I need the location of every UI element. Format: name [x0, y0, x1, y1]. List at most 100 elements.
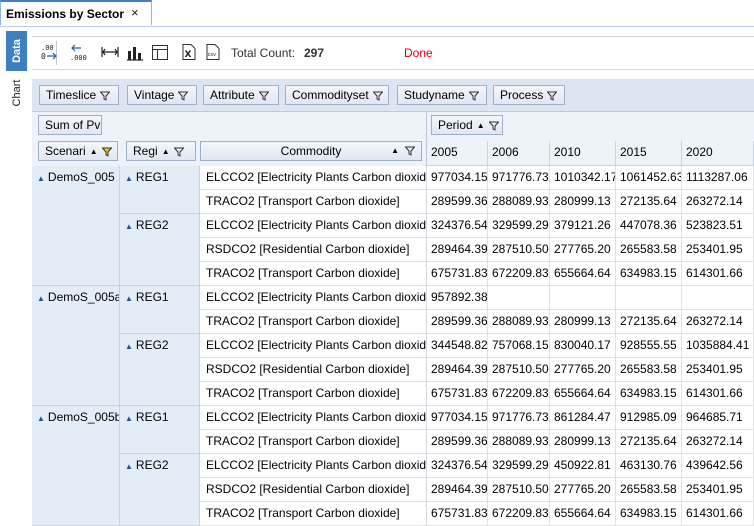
commodity-cell[interactable]: ELCCO2 [Electricity Plants Carbon dioxid…: [200, 214, 427, 238]
value-cell[interactable]: 277765.20: [550, 478, 616, 502]
value-cell[interactable]: 614301.66: [682, 382, 754, 406]
value-cell[interactable]: 977034.15: [427, 406, 488, 430]
table-layout-icon[interactable]: [150, 42, 170, 62]
filter-icon[interactable]: [372, 91, 383, 101]
filter-field-commodityset[interactable]: Commodityset: [285, 85, 389, 105]
filter-field-vintage[interactable]: Vintage: [127, 85, 197, 105]
value-cell[interactable]: 253401.95: [682, 358, 754, 382]
value-cell[interactable]: 614301.66: [682, 262, 754, 286]
value-cell[interactable]: 253401.95: [682, 478, 754, 502]
value-cell[interactable]: 379121.26: [550, 214, 616, 238]
commodity-cell[interactable]: TRACO2 [Transport Carbon dioxide]: [200, 382, 427, 406]
value-cell[interactable]: 634983.15: [616, 382, 682, 406]
period-header[interactable]: 2005: [427, 141, 488, 166]
value-cell[interactable]: 672209.83: [488, 502, 550, 526]
column-fit-icon[interactable]: [100, 42, 120, 62]
filter-field-process[interactable]: Process: [493, 85, 565, 105]
value-cell[interactable]: 289464.39: [427, 358, 488, 382]
value-cell[interactable]: 289464.39: [427, 478, 488, 502]
commodity-cell[interactable]: ELCCO2 [Electricity Plants Carbon dioxid…: [200, 454, 427, 478]
value-cell[interactable]: 263272.14: [682, 430, 754, 454]
value-cell[interactable]: 523823.51: [682, 214, 754, 238]
filter-icon[interactable]: [468, 91, 479, 101]
value-cell[interactable]: 272135.64: [616, 310, 682, 334]
value-cell[interactable]: 280999.13: [550, 310, 616, 334]
value-cell[interactable]: 329599.29: [488, 214, 550, 238]
value-cell[interactable]: 757068.15: [488, 334, 550, 358]
filter-icon[interactable]: [488, 121, 499, 131]
commodity-cell[interactable]: ELCCO2 [Electricity Plants Carbon dioxid…: [200, 286, 427, 310]
value-cell[interactable]: 277765.20: [550, 238, 616, 262]
value-cell[interactable]: 329599.29: [488, 454, 550, 478]
row-field-scenario[interactable]: Scenari ▲: [38, 141, 118, 161]
value-cell[interactable]: 288089.93: [488, 310, 550, 334]
value-cell[interactable]: 289599.36: [427, 310, 488, 334]
value-cell[interactable]: 830040.17: [550, 334, 616, 358]
commodity-cell[interactable]: TRACO2 [Transport Carbon dioxide]: [200, 502, 427, 526]
value-cell[interactable]: 971776.73: [488, 406, 550, 430]
value-cell[interactable]: 288089.93: [488, 190, 550, 214]
value-cell[interactable]: 287510.50: [488, 358, 550, 382]
value-cell[interactable]: 1010342.17: [550, 166, 616, 190]
filter-active-icon[interactable]: [101, 147, 112, 157]
csv-export-icon[interactable]: csv: [202, 42, 222, 62]
data-field-sum-of-pv[interactable]: Sum of Pv: [38, 115, 102, 135]
tab-emissions-by-sector[interactable]: Emissions by Sector ×: [0, 0, 152, 25]
value-cell[interactable]: 272135.64: [616, 430, 682, 454]
value-cell[interactable]: 263272.14: [682, 190, 754, 214]
value-cell[interactable]: 912985.09: [616, 406, 682, 430]
value-cell[interactable]: 287510.50: [488, 238, 550, 262]
value-cell[interactable]: 964685.71: [682, 406, 754, 430]
row-field-region[interactable]: Regi ▲: [126, 141, 196, 161]
value-cell[interactable]: 287510.50: [488, 478, 550, 502]
value-cell[interactable]: 655664.64: [550, 502, 616, 526]
commodity-cell[interactable]: RSDCO2 [Residential Carbon dioxide]: [200, 478, 427, 502]
commodity-cell[interactable]: TRACO2 [Transport Carbon dioxide]: [200, 310, 427, 334]
value-cell[interactable]: 289464.39: [427, 238, 488, 262]
filter-icon[interactable]: [173, 147, 184, 157]
tab-data[interactable]: Data: [6, 31, 27, 71]
value-cell[interactable]: 450922.81: [550, 454, 616, 478]
value-cell[interactable]: 1061452.63: [616, 166, 682, 190]
filter-icon[interactable]: [405, 146, 415, 156]
bar-chart-icon[interactable]: [125, 42, 145, 62]
tab-chart[interactable]: Chart: [6, 73, 27, 113]
collapse-icon[interactable]: ▲: [125, 414, 133, 423]
value-cell[interactable]: 463130.76: [616, 454, 682, 478]
period-header[interactable]: 2015: [616, 141, 682, 166]
commodity-cell[interactable]: TRACO2 [Transport Carbon dioxide]: [200, 190, 427, 214]
decimal-increase-icon[interactable]: .00 0: [40, 42, 60, 62]
commodity-cell[interactable]: ELCCO2 [Electricity Plants Carbon dioxid…: [200, 334, 427, 358]
value-cell[interactable]: 277765.20: [550, 358, 616, 382]
collapse-icon[interactable]: ▲: [125, 342, 133, 351]
value-cell[interactable]: 344548.82: [427, 334, 488, 358]
filter-icon[interactable]: [100, 91, 111, 101]
value-cell[interactable]: 675731.83: [427, 262, 488, 286]
value-cell[interactable]: 1113287.06: [682, 166, 754, 190]
value-cell[interactable]: 265583.58: [616, 238, 682, 262]
value-cell[interactable]: [550, 286, 616, 310]
value-cell[interactable]: 263272.14: [682, 310, 754, 334]
excel-export-icon[interactable]: X: [178, 42, 198, 62]
value-cell[interactable]: 655664.64: [550, 262, 616, 286]
value-cell[interactable]: 977034.15: [427, 166, 488, 190]
filter-icon[interactable]: [258, 91, 269, 101]
period-header[interactable]: 2020: [682, 141, 754, 166]
period-header[interactable]: 2006: [488, 141, 550, 166]
value-cell[interactable]: 253401.95: [682, 238, 754, 262]
value-cell[interactable]: [488, 286, 550, 310]
column-field-period[interactable]: Period ▲: [431, 115, 503, 135]
value-cell[interactable]: 655664.64: [550, 382, 616, 406]
collapse-icon[interactable]: ▲: [125, 294, 133, 303]
commodity-cell[interactable]: TRACO2 [Transport Carbon dioxide]: [200, 430, 427, 454]
collapse-icon[interactable]: ▲: [125, 222, 133, 231]
row-field-commodity[interactable]: Commodity ▲: [200, 141, 422, 161]
value-cell[interactable]: 957892.38: [427, 286, 488, 310]
value-cell[interactable]: 672209.83: [488, 262, 550, 286]
decimal-decrease-icon[interactable]: .000: [68, 42, 88, 62]
filter-field-attribute[interactable]: Attribute: [203, 85, 279, 105]
value-cell[interactable]: 928555.55: [616, 334, 682, 358]
value-cell[interactable]: 614301.66: [682, 502, 754, 526]
value-cell[interactable]: 672209.83: [488, 382, 550, 406]
collapse-icon[interactable]: ▲: [37, 174, 45, 183]
